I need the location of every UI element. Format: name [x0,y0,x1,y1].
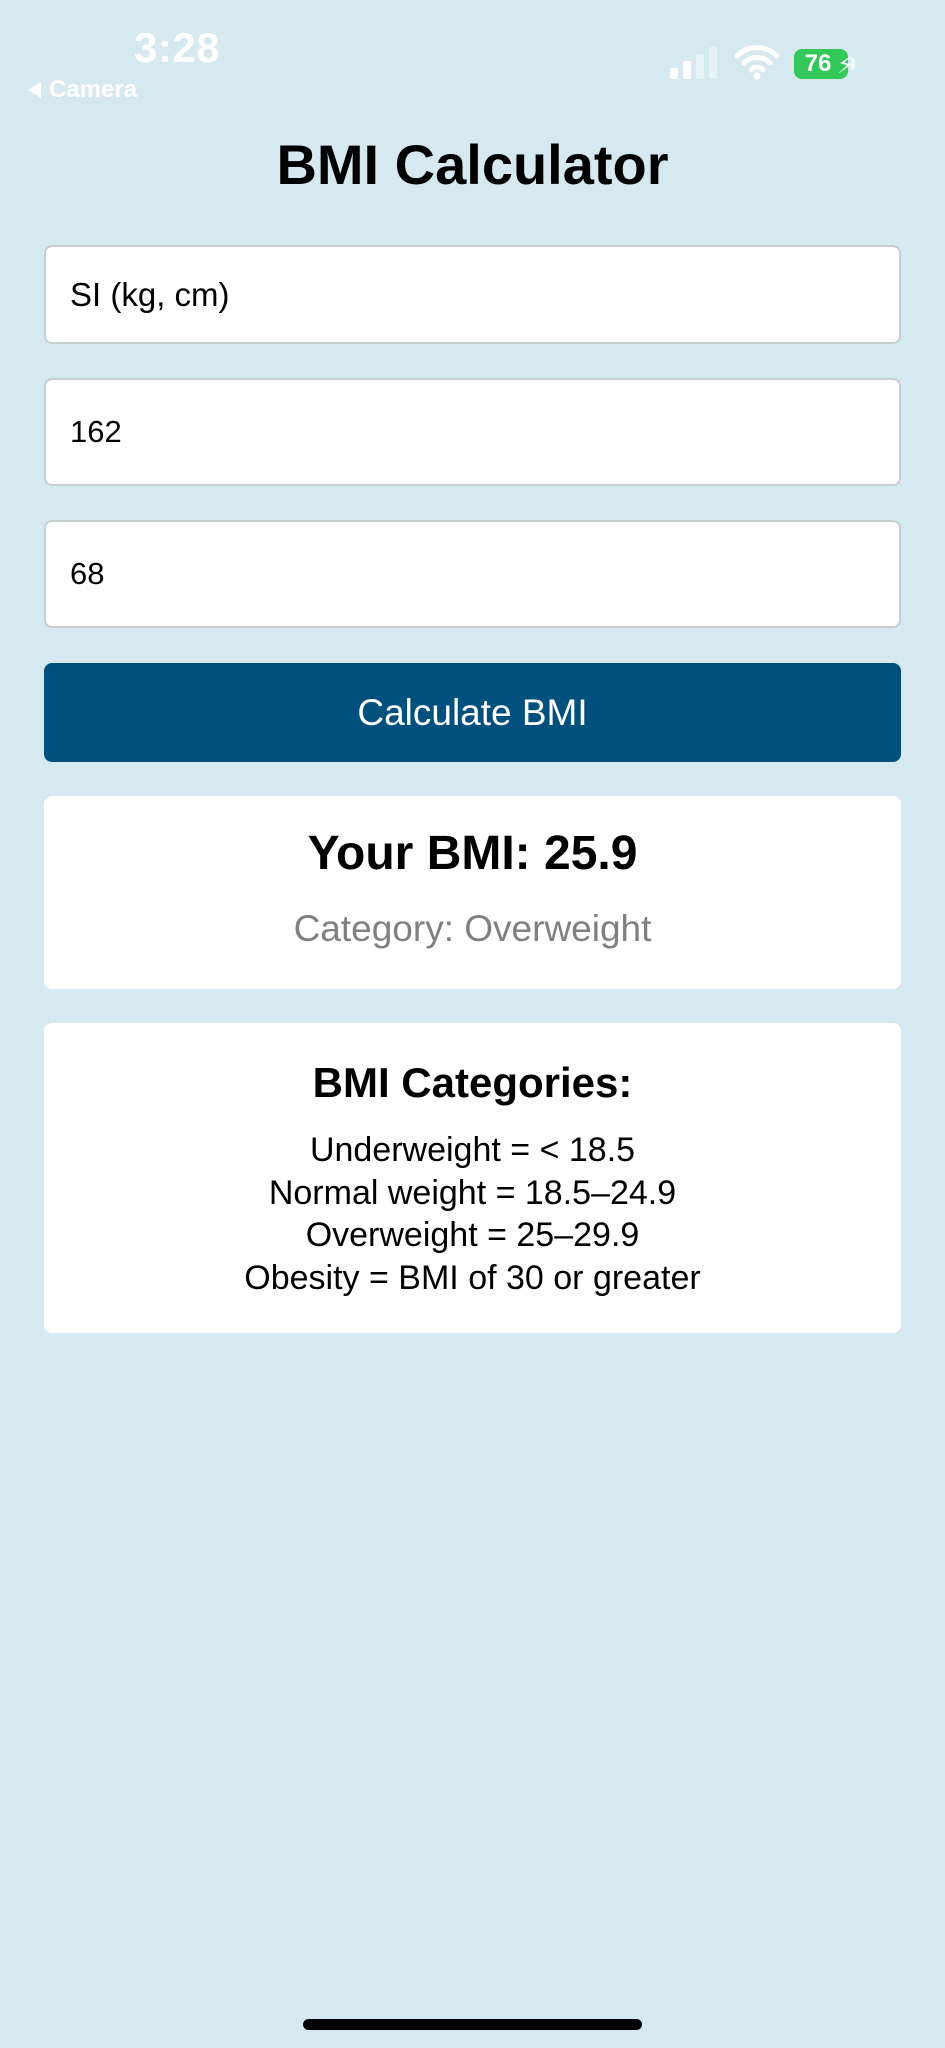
unit-system-select[interactable]: SI (kg, cm) [44,245,901,344]
calculate-bmi-button[interactable]: Calculate BMI [44,663,901,762]
back-to-camera-link[interactable]: Camera [28,76,137,104]
categories-heading: BMI Categories: [312,1059,633,1106]
category-item-obesity: Obesity = BMI of 30 or greater [244,1258,701,1297]
bmi-category-text: Category: Overweight [293,908,652,949]
unit-system-value: SI (kg, cm) [70,275,230,313]
category-item-underweight: Underweight = < 18.5 [309,1131,636,1169]
category-item-normal: Normal weight = 18.5–24.9 [268,1173,677,1212]
home-indicator[interactable] [303,2019,642,2030]
bmi-categories-card: BMI Categories: Underweight = < 18.5 Nor… [44,1023,901,1333]
wifi-icon [734,45,780,80]
categories-list: Underweight = < 18.5 Normal weight = 18.… [44,1129,901,1299]
cellular-signal-icon [670,47,717,79]
category-item-overweight: Overweight = 25–29.9 [305,1216,640,1254]
back-camera-label: Camera [49,76,138,103]
battery-charging-icon: 76 ⚡ [794,49,854,79]
bmi-result-heading: Your BMI: 25.9 [307,827,638,880]
battery-indicator: 76 ⚡ [794,48,860,80]
status-time: 3:28 [134,24,221,71]
back-triangle-icon [28,82,41,98]
height-input[interactable] [44,378,901,486]
battery-level: 76 [804,50,832,77]
weight-input[interactable] [44,520,901,628]
result-card: Your BMI: 25.9 Category: Overweight [44,796,901,989]
page-title: BMI Calculator [276,133,669,196]
charging-bolt-icon: ⚡ [837,52,854,79]
